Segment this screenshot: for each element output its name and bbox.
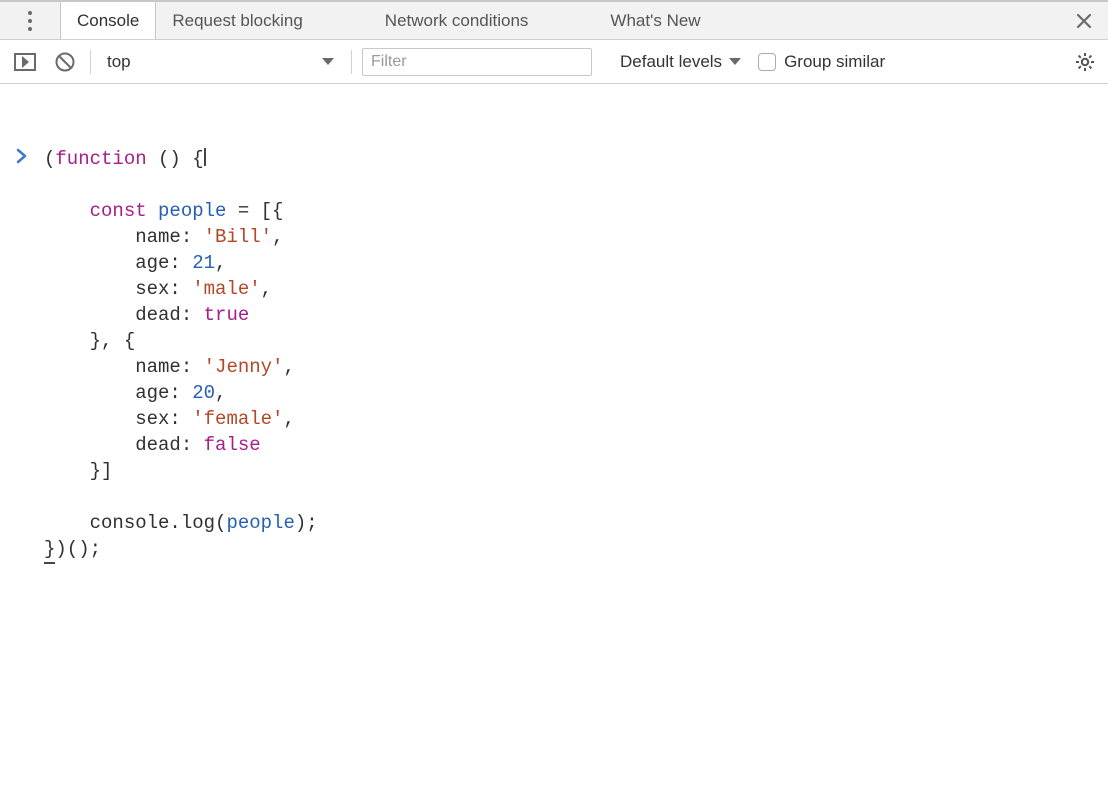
code-token: sex: [44, 408, 192, 430]
console-toolbar: top Default levels Group similar [0, 40, 1108, 84]
tab-network-conditions[interactable]: Network conditions [369, 2, 545, 39]
code-token: , [283, 408, 294, 430]
close-icon [1075, 12, 1093, 30]
code-token: age: [44, 252, 192, 274]
tab-whats-new[interactable]: What's New [594, 2, 716, 39]
code-token: age: [44, 382, 192, 404]
tab-label: What's New [610, 11, 700, 31]
code-token: } [44, 536, 55, 564]
console-code[interactable]: (function () { const people = [{ name: '… [44, 146, 318, 564]
sidebar-icon [14, 53, 36, 71]
code-token: people [158, 200, 226, 222]
code-token: 'Bill' [204, 226, 272, 248]
code-token: name: [44, 356, 204, 378]
code-token: )(); [55, 538, 101, 560]
code-token: 21 [192, 252, 215, 274]
filter-input[interactable] [362, 48, 592, 76]
code-token: ); [295, 512, 318, 534]
code-token: dead: [44, 304, 204, 326]
execution-context-select[interactable]: top [101, 52, 341, 72]
code-token: false [204, 434, 261, 456]
context-label: top [107, 52, 131, 72]
console-input-row[interactable]: (function () { const people = [{ name: '… [0, 146, 1108, 564]
tab-request-blocking[interactable]: Request blocking [156, 2, 318, 39]
tab-console[interactable]: Console [60, 2, 156, 39]
console-settings-button[interactable] [1074, 51, 1096, 73]
close-drawer-button[interactable] [1060, 2, 1108, 39]
code-token: = [{ [226, 200, 283, 222]
clear-console-button[interactable] [50, 51, 80, 73]
group-similar-toggle[interactable]: Group similar [758, 52, 885, 72]
code-token: () { [147, 148, 204, 170]
code-token: , [283, 356, 294, 378]
code-token [147, 200, 158, 222]
code-token: 'Jenny' [204, 356, 284, 378]
gear-icon [1074, 51, 1096, 73]
group-similar-label: Group similar [784, 52, 885, 72]
code-token: }, { [44, 330, 135, 352]
code-token [44, 200, 90, 222]
code-token: name: [44, 226, 204, 248]
tab-label: Console [77, 11, 139, 31]
chevron-down-icon [728, 57, 742, 67]
code-token: people [226, 512, 294, 534]
log-levels-select[interactable]: Default levels [620, 52, 742, 72]
code-token: console.log( [44, 512, 226, 534]
console-body: (function () { const people = [{ name: '… [0, 84, 1108, 590]
toolbar-divider [90, 50, 91, 74]
code-token: true [204, 304, 250, 326]
devtools-tabstrip: Console Request blocking Network conditi… [0, 0, 1108, 40]
more-tabs-button[interactable] [0, 2, 60, 39]
levels-label: Default levels [620, 52, 722, 72]
clear-icon [54, 51, 76, 73]
code-token: 'male' [192, 278, 260, 300]
tab-label: Network conditions [385, 11, 529, 31]
checkbox-icon [758, 53, 776, 71]
kebab-icon [28, 11, 32, 31]
toolbar-divider [351, 50, 352, 74]
code-token: function [55, 148, 146, 170]
code-token: , [215, 252, 226, 274]
code-token: sex: [44, 278, 192, 300]
code-token: 20 [192, 382, 215, 404]
code-token: }] [44, 460, 112, 482]
code-token: , [272, 226, 283, 248]
code-token: , [215, 382, 226, 404]
chevron-down-icon [321, 57, 341, 67]
code-token: 'female' [192, 408, 283, 430]
code-token: dead: [44, 434, 204, 456]
prompt-icon [0, 146, 44, 164]
code-token: , [261, 278, 272, 300]
code-token: ( [44, 148, 55, 170]
toggle-sidebar-button[interactable] [10, 53, 40, 71]
code-token: const [90, 200, 147, 222]
text-cursor [204, 148, 206, 166]
tab-label: Request blocking [172, 11, 302, 31]
